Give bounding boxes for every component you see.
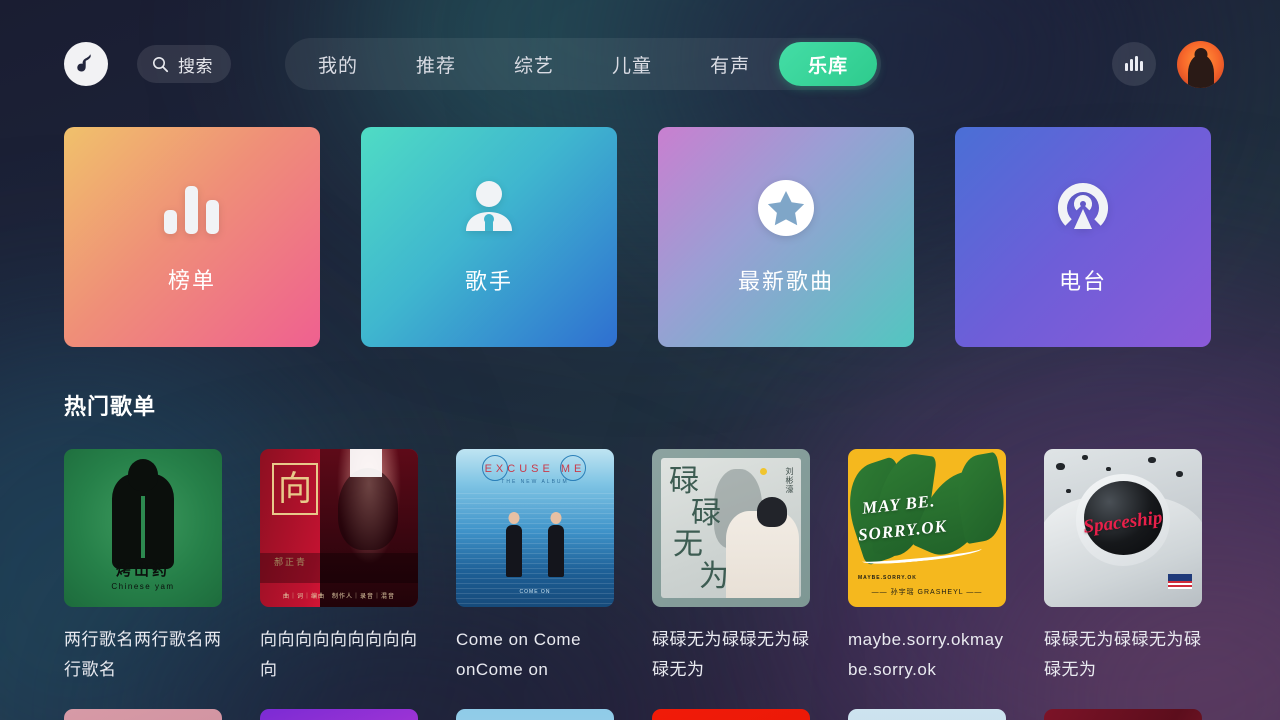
album-art: 碌 碌 无 为 刘彬濠 bbox=[652, 449, 810, 607]
category-label: 榜单 bbox=[167, 267, 216, 293]
album-art-foot: COME ON bbox=[519, 589, 551, 595]
equalizer-button[interactable] bbox=[1112, 42, 1156, 86]
playlist-item[interactable] bbox=[456, 708, 614, 720]
album-art bbox=[456, 708, 614, 720]
top-navigation-bar: 搜索 我的 推荐 综艺 儿童 有声 乐库 bbox=[0, 0, 1280, 128]
star-icon bbox=[757, 179, 815, 242]
category-card-row: 榜单 歌手 最新歌曲 电台 bbox=[0, 127, 1280, 347]
playlist-item[interactable] bbox=[64, 708, 222, 720]
playlist-item[interactable] bbox=[260, 708, 418, 720]
playlist-name: Come on Come onCome on bbox=[456, 630, 582, 679]
playlist-item[interactable]: 烤山药 Chinese yam 两行歌名两行歌名两行歌名 bbox=[64, 449, 222, 685]
playlist-item[interactable]: 碌 碌 无 为 刘彬濠 碌碌无为碌碌无为碌碌无为 bbox=[652, 449, 810, 685]
search-label: 搜索 bbox=[178, 56, 213, 76]
playlist-name: 碌碌无为碌碌无为碌碌无为 bbox=[652, 630, 810, 679]
album-art bbox=[652, 708, 810, 720]
album-art-char: 无 bbox=[673, 528, 703, 561]
category-label: 最新歌曲 bbox=[737, 268, 834, 294]
equalizer-icon bbox=[1125, 56, 1143, 71]
album-art: EXCUSE ME THE NEW ALBUM COME ON bbox=[456, 449, 614, 607]
album-art-small: MAYBE.SORRY.OK bbox=[858, 575, 917, 581]
category-card-artists[interactable]: 歌手 bbox=[361, 127, 617, 347]
album-art: 向 郝正青 曲｜词｜编曲 制作人｜录音｜混音 bbox=[260, 449, 418, 607]
playlist-grid: 烤山药 Chinese yam 两行歌名两行歌名两行歌名 向 郝正青 曲｜词｜编… bbox=[0, 449, 1280, 685]
category-card-radio[interactable]: 电台 bbox=[955, 127, 1211, 347]
album-art-char: 为 bbox=[699, 559, 729, 593]
album-art-sub: THE NEW ALBUM bbox=[501, 479, 569, 485]
tab-recommend[interactable]: 推荐 bbox=[387, 42, 485, 86]
search-button[interactable]: 搜索 bbox=[137, 45, 231, 83]
tab-bar: 我的 推荐 综艺 儿童 有声 乐库 bbox=[285, 38, 882, 90]
playlist-item[interactable]: MAY BE. SORRY.OK MAYBE.SORRY.OK —— 孙宇瑶 G… bbox=[848, 449, 1006, 685]
album-art-credit: 曲｜词｜编曲 制作人｜录音｜混音 bbox=[282, 594, 395, 600]
playlist-name: 碌碌无为碌碌无为碌碌无为 bbox=[1044, 630, 1202, 679]
album-art-char: 碌 bbox=[691, 496, 721, 530]
album-art bbox=[64, 708, 222, 720]
category-card-charts[interactable]: 榜单 bbox=[64, 127, 320, 347]
album-art: 烤山药 Chinese yam bbox=[64, 449, 222, 607]
playlist-grid-row2 bbox=[0, 708, 1280, 720]
playlist-item[interactable]: EXCUSE ME THE NEW ALBUM COME ON Come on … bbox=[456, 449, 614, 685]
tab-variety[interactable]: 综艺 bbox=[485, 42, 583, 86]
album-art: MAY BE. SORRY.OK MAYBE.SORRY.OK —— 孙宇瑶 G… bbox=[848, 449, 1006, 607]
category-label: 电台 bbox=[1058, 268, 1107, 294]
tab-my[interactable]: 我的 bbox=[289, 42, 387, 86]
album-art: Spaceship bbox=[1044, 449, 1202, 607]
playlist-item[interactable] bbox=[652, 708, 810, 720]
tab-kids[interactable]: 儿童 bbox=[583, 42, 681, 86]
album-art-title-cn: 烤山药 bbox=[115, 562, 170, 579]
playlist-item[interactable] bbox=[848, 708, 1006, 720]
playlist-item[interactable]: 向 郝正青 曲｜词｜编曲 制作人｜录音｜混音 向向向向向向向向向向 bbox=[260, 449, 418, 685]
tab-music-library[interactable]: 乐库 bbox=[779, 42, 878, 86]
music-note-logo-icon bbox=[77, 54, 91, 72]
section-title-popular-playlists: 热门歌单 bbox=[64, 394, 157, 419]
playlist-name: 向向向向向向向向向向 bbox=[260, 630, 418, 679]
playlist-item[interactable]: Spaceship 碌碌无为碌碌无为碌碌无为 bbox=[1044, 449, 1202, 685]
album-art-glyph: 向 bbox=[272, 463, 318, 515]
bar-chart-icon bbox=[162, 180, 222, 241]
category-card-new-songs[interactable]: 最新歌曲 bbox=[658, 127, 914, 347]
album-art-char: 碌 bbox=[669, 465, 699, 498]
album-art-credit: —— 孙宇瑶 GRASHEYL —— bbox=[871, 589, 983, 596]
album-art bbox=[1044, 708, 1202, 720]
album-art-artist: 刘彬濠 bbox=[785, 467, 794, 494]
album-art bbox=[848, 708, 1006, 720]
person-icon bbox=[460, 179, 518, 242]
radio-broadcast-icon bbox=[1054, 179, 1112, 242]
category-label: 歌手 bbox=[464, 268, 513, 294]
playlist-name: 两行歌名两行歌名两行歌名 bbox=[64, 630, 222, 679]
tab-audio[interactable]: 有声 bbox=[681, 42, 779, 86]
album-art-header: EXCUSE ME bbox=[484, 463, 586, 475]
playlist-item[interactable] bbox=[1044, 708, 1202, 720]
app-logo[interactable] bbox=[64, 42, 108, 86]
search-icon bbox=[153, 56, 169, 72]
album-art bbox=[260, 708, 418, 720]
album-art-title-en: Chinese yam bbox=[111, 582, 175, 591]
avatar[interactable] bbox=[1177, 40, 1224, 88]
playlist-name: maybe.sorry.okmaybe.sorry.ok bbox=[848, 630, 1004, 679]
